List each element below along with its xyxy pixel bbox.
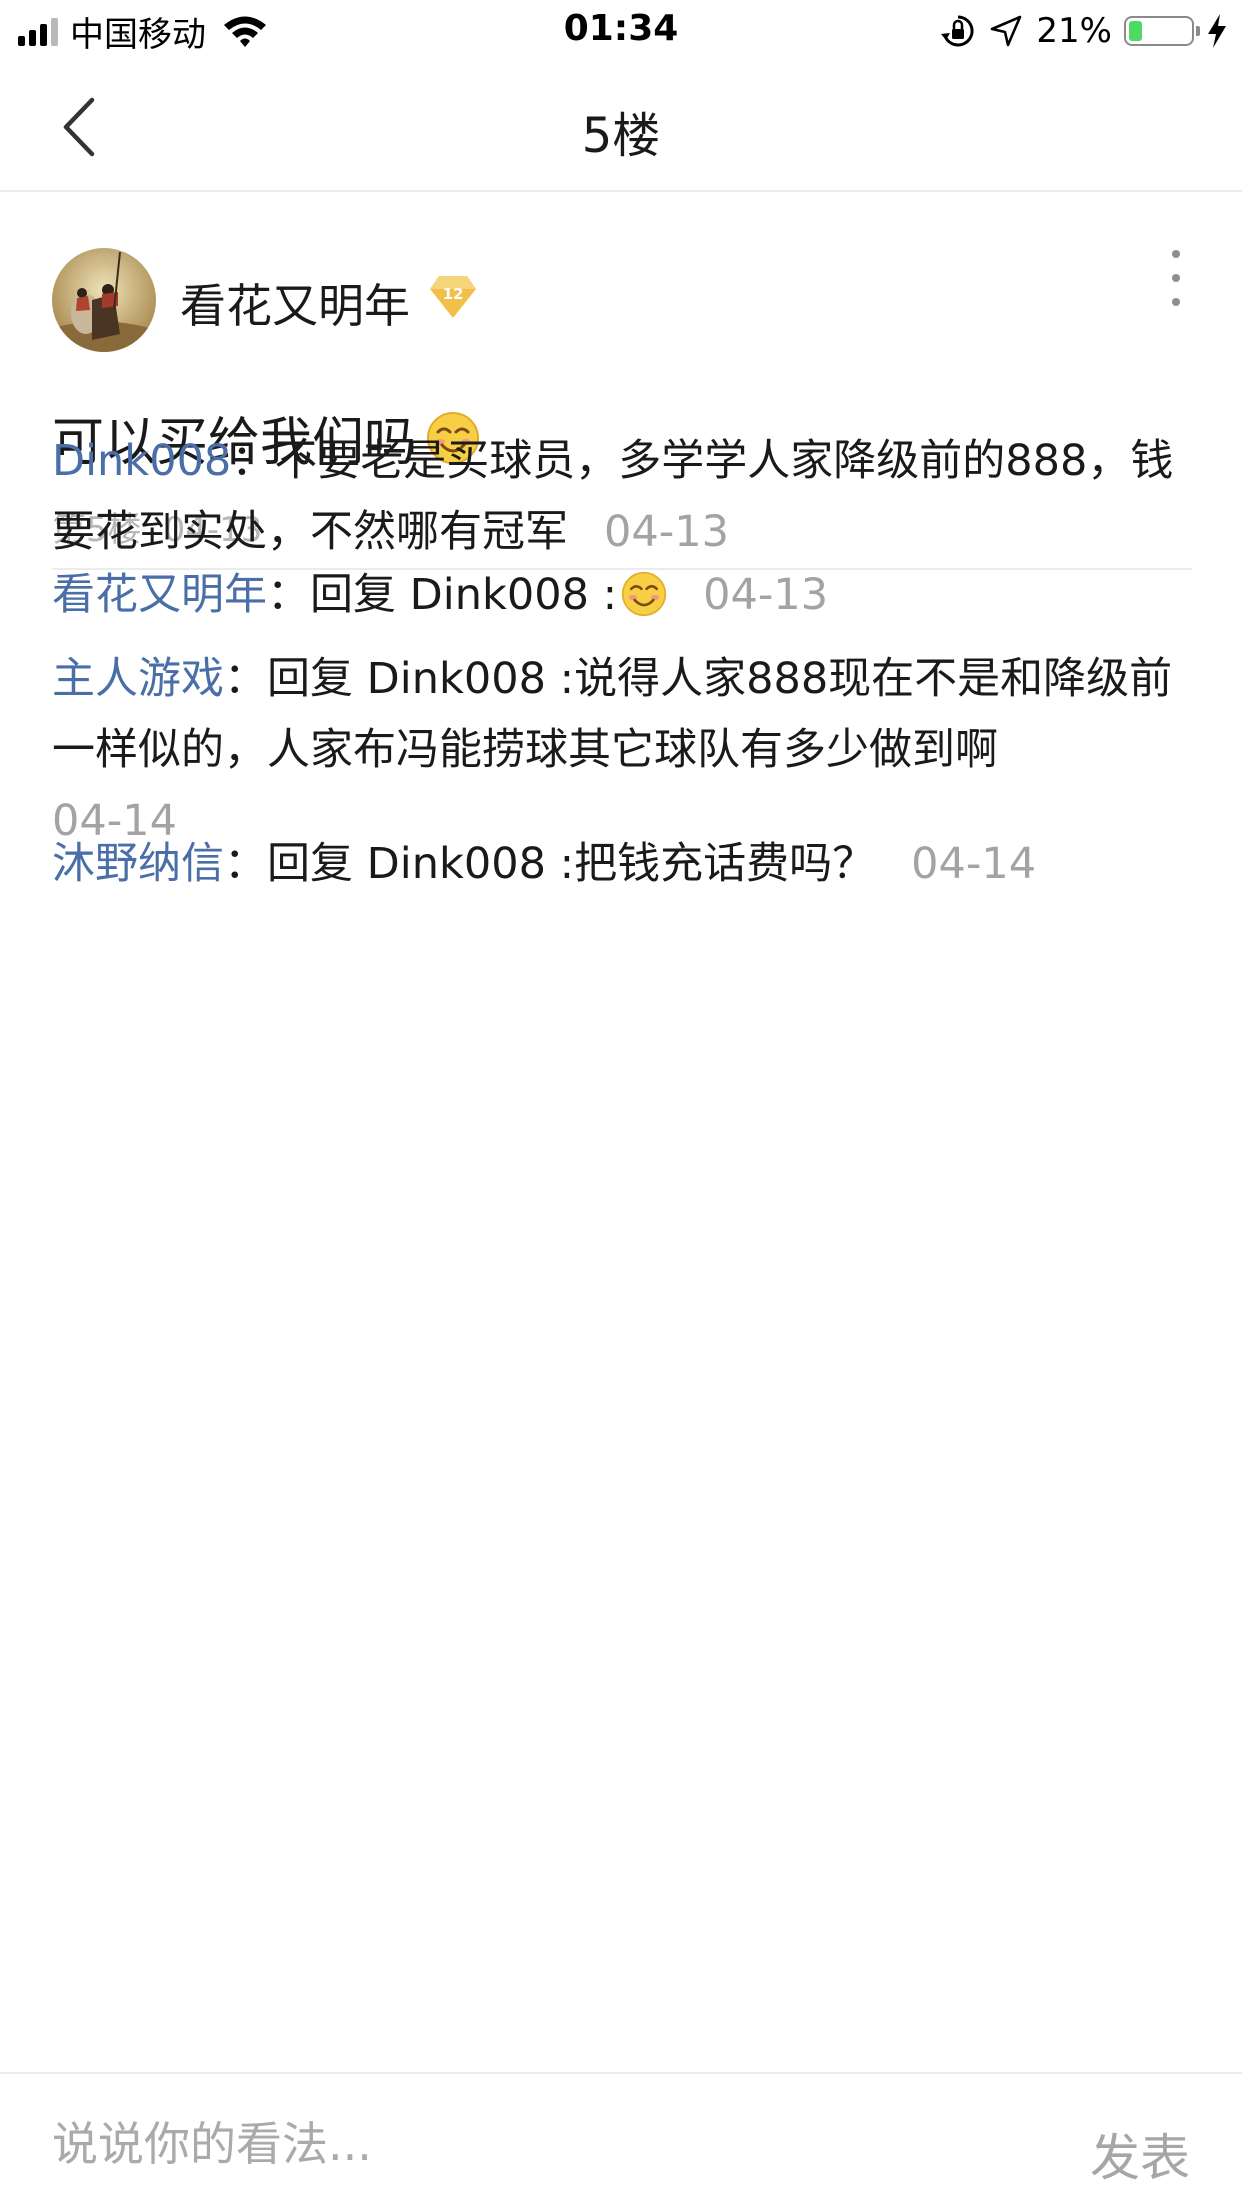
reply-text: 回复 Dink008 : xyxy=(310,570,618,620)
reply-username[interactable]: 看花又明年 xyxy=(52,570,267,620)
reply-item[interactable]: Dink008：不要老是买球员，多学学人家降级前的888，钱要花到实处，不然哪有… xyxy=(52,426,1192,568)
status-bar: 中国移动 01:34 21% xyxy=(0,0,1242,62)
level-badge-icon: 12 xyxy=(430,276,476,318)
avatar-image xyxy=(52,248,156,352)
reply-date: 04-13 xyxy=(703,570,829,620)
reply-separator: ： xyxy=(224,839,267,889)
page-title: 5楼 xyxy=(581,108,661,164)
more-vertical-icon[interactable] xyxy=(1160,250,1192,306)
battery-percent: 21% xyxy=(1036,11,1112,51)
comment-input[interactable] xyxy=(52,2106,972,2182)
avatar[interactable] xyxy=(52,248,156,352)
post-author-name[interactable]: 看花又明年 xyxy=(180,270,410,336)
reply-username[interactable]: 沐野纳信 xyxy=(52,839,224,889)
reply-item[interactable]: 主人游戏：回复 Dink008 :说得人家888现在不是和降级前一样似的，人家布… xyxy=(52,644,1192,857)
reply-date: 04-14 xyxy=(911,839,1037,889)
battery-icon xyxy=(1124,16,1200,46)
reply-item[interactable]: 看花又明年：回复 Dink008 : 04-13 xyxy=(52,560,1192,631)
reply-separator: ： xyxy=(224,654,267,704)
nav-bar: 5楼 xyxy=(0,62,1242,192)
reply-username[interactable]: Dink008 xyxy=(52,436,231,486)
comment-bar: 发表 xyxy=(0,2072,1242,2210)
send-button[interactable]: 发表 xyxy=(1090,2118,1190,2190)
reply-username[interactable]: 主人游戏 xyxy=(52,654,224,704)
smile-emoji-icon xyxy=(621,571,667,617)
reply-date: 04-13 xyxy=(604,507,729,557)
level-number: 12 xyxy=(443,285,464,303)
reply-text: 回复 Dink008 :把钱充话费吗？ xyxy=(267,839,876,889)
charging-bolt-icon xyxy=(1208,14,1226,48)
reply-separator: ： xyxy=(267,570,310,620)
location-arrow-icon xyxy=(991,15,1022,47)
reply-item[interactable]: 沐野纳信：回复 Dink008 :把钱充话费吗？ 04-14 xyxy=(52,829,1192,900)
orientation-lock-icon xyxy=(941,15,974,47)
battery-fill xyxy=(1129,21,1142,41)
reply-separator: ： xyxy=(231,436,275,486)
